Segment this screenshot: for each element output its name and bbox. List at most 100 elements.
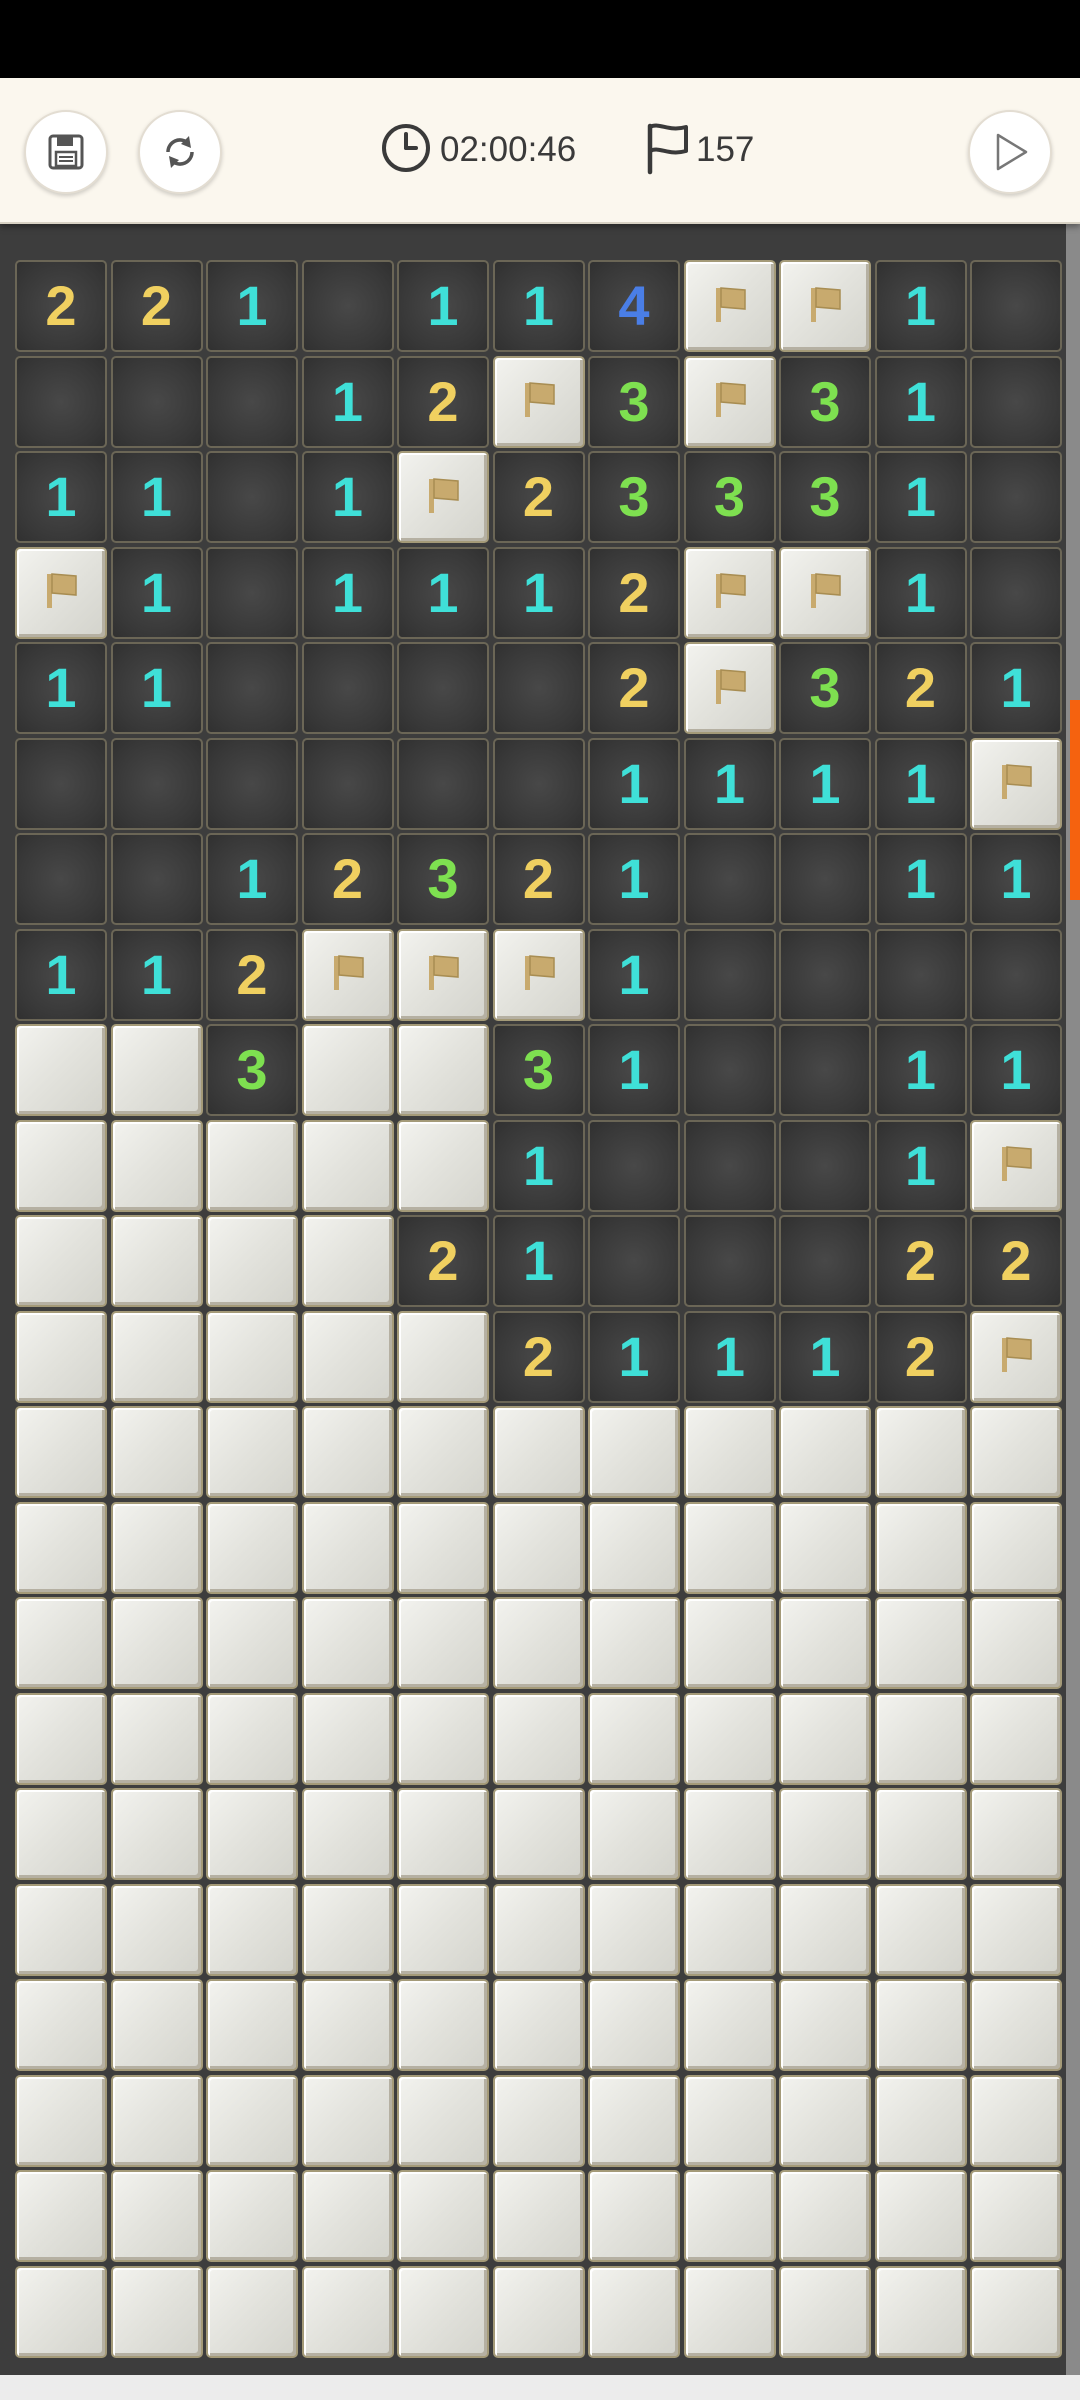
covered-cell[interactable]: [301, 1024, 394, 1116]
revealed-empty-cell[interactable]: [110, 833, 203, 925]
revealed-number-cell[interactable]: 1: [301, 451, 394, 543]
covered-cell[interactable]: [206, 1597, 298, 1689]
covered-cell[interactable]: [588, 1692, 680, 1785]
covered-cell[interactable]: [110, 1310, 203, 1403]
covered-cell[interactable]: [110, 1215, 203, 1307]
covered-cell[interactable]: [874, 1788, 967, 1880]
revealed-empty-cell[interactable]: [970, 260, 1062, 352]
revealed-empty-cell[interactable]: [492, 737, 585, 830]
covered-cell[interactable]: [683, 1692, 776, 1785]
covered-cell[interactable]: [970, 1501, 1062, 1594]
covered-cell[interactable]: [110, 1119, 203, 1212]
covered-cell[interactable]: [206, 1215, 298, 1307]
revealed-number-cell[interactable]: 1: [874, 1119, 967, 1212]
covered-cell[interactable]: [110, 1501, 203, 1594]
covered-cell[interactable]: [779, 2265, 871, 2358]
revealed-empty-cell[interactable]: [15, 737, 107, 830]
covered-cell[interactable]: [397, 1788, 489, 1880]
revealed-number-cell[interactable]: 2: [397, 355, 489, 448]
covered-cell[interactable]: [15, 1883, 107, 1976]
covered-cell[interactable]: [15, 1310, 107, 1403]
covered-cell[interactable]: [970, 2074, 1062, 2167]
revealed-number-cell[interactable]: 1: [588, 1310, 680, 1403]
revealed-number-cell[interactable]: 1: [970, 642, 1062, 734]
covered-cell[interactable]: [397, 1883, 489, 1976]
revealed-number-cell[interactable]: 2: [301, 833, 394, 925]
covered-cell[interactable]: [779, 1979, 871, 2071]
covered-cell[interactable]: [110, 1692, 203, 1785]
revealed-empty-cell[interactable]: [110, 355, 203, 448]
covered-cell[interactable]: [683, 2074, 776, 2167]
revealed-number-cell[interactable]: 2: [970, 1215, 1062, 1307]
revealed-number-cell[interactable]: 1: [874, 833, 967, 925]
covered-cell[interactable]: [397, 1406, 489, 1498]
covered-cell[interactable]: [206, 1883, 298, 1976]
covered-cell[interactable]: [15, 2170, 107, 2262]
covered-cell[interactable]: [301, 1597, 394, 1689]
revealed-empty-cell[interactable]: [110, 737, 203, 830]
covered-cell[interactable]: [779, 1788, 871, 1880]
revealed-empty-cell[interactable]: [970, 928, 1062, 1021]
covered-cell[interactable]: [206, 1310, 298, 1403]
revealed-number-cell[interactable]: 2: [492, 833, 585, 925]
covered-cell[interactable]: [301, 1883, 394, 1976]
covered-cell[interactable]: [970, 1979, 1062, 2071]
flagged-cell[interactable]: [683, 260, 776, 352]
revealed-number-cell[interactable]: 1: [492, 546, 585, 639]
covered-cell[interactable]: [15, 1788, 107, 1880]
covered-cell[interactable]: [15, 1119, 107, 1212]
revealed-number-cell[interactable]: 1: [970, 833, 1062, 925]
covered-cell[interactable]: [779, 2074, 871, 2167]
flagged-cell[interactable]: [970, 1119, 1062, 1212]
covered-cell[interactable]: [301, 1406, 394, 1498]
covered-cell[interactable]: [397, 1024, 489, 1116]
revealed-number-cell[interactable]: 2: [110, 260, 203, 352]
revealed-empty-cell[interactable]: [206, 451, 298, 543]
revealed-empty-cell[interactable]: [779, 928, 871, 1021]
revealed-number-cell[interactable]: 2: [397, 1215, 489, 1307]
flagged-cell[interactable]: [301, 928, 394, 1021]
covered-cell[interactable]: [779, 2170, 871, 2262]
revealed-number-cell[interactable]: 3: [779, 451, 871, 543]
covered-cell[interactable]: [874, 1692, 967, 1785]
flagged-cell[interactable]: [683, 642, 776, 734]
covered-cell[interactable]: [301, 1692, 394, 1785]
covered-cell[interactable]: [683, 1788, 776, 1880]
revealed-number-cell[interactable]: 1: [206, 260, 298, 352]
revealed-empty-cell[interactable]: [683, 1119, 776, 1212]
revealed-number-cell[interactable]: 1: [15, 451, 107, 543]
flagged-cell[interactable]: [683, 546, 776, 639]
revealed-number-cell[interactable]: 1: [492, 1119, 585, 1212]
covered-cell[interactable]: [397, 2170, 489, 2262]
covered-cell[interactable]: [779, 1597, 871, 1689]
covered-cell[interactable]: [206, 1406, 298, 1498]
flagged-cell[interactable]: [492, 928, 585, 1021]
revealed-number-cell[interactable]: 3: [492, 1024, 585, 1116]
revealed-number-cell[interactable]: 1: [779, 737, 871, 830]
covered-cell[interactable]: [397, 1310, 489, 1403]
covered-cell[interactable]: [874, 2074, 967, 2167]
revealed-number-cell[interactable]: 1: [397, 260, 489, 352]
flagged-cell[interactable]: [397, 451, 489, 543]
covered-cell[interactable]: [15, 1597, 107, 1689]
covered-cell[interactable]: [206, 2265, 298, 2358]
revealed-empty-cell[interactable]: [779, 833, 871, 925]
covered-cell[interactable]: [779, 1883, 871, 1976]
covered-cell[interactable]: [15, 1024, 107, 1116]
revealed-number-cell[interactable]: 1: [15, 928, 107, 1021]
covered-cell[interactable]: [588, 1501, 680, 1594]
minefield-grid[interactable]: 2211141123311112333111112111232111111232…: [0, 78, 1080, 2375]
covered-cell[interactable]: [397, 2265, 489, 2358]
covered-cell[interactable]: [492, 2170, 585, 2262]
revealed-number-cell[interactable]: 1: [970, 1024, 1062, 1116]
revealed-empty-cell[interactable]: [588, 1215, 680, 1307]
revealed-number-cell[interactable]: 2: [588, 546, 680, 639]
revealed-number-cell[interactable]: 1: [779, 1310, 871, 1403]
covered-cell[interactable]: [970, 1406, 1062, 1498]
restart-button[interactable]: [138, 110, 222, 194]
covered-cell[interactable]: [206, 1692, 298, 1785]
covered-cell[interactable]: [970, 1883, 1062, 1976]
revealed-empty-cell[interactable]: [206, 737, 298, 830]
revealed-number-cell[interactable]: 1: [110, 642, 203, 734]
revealed-empty-cell[interactable]: [683, 833, 776, 925]
